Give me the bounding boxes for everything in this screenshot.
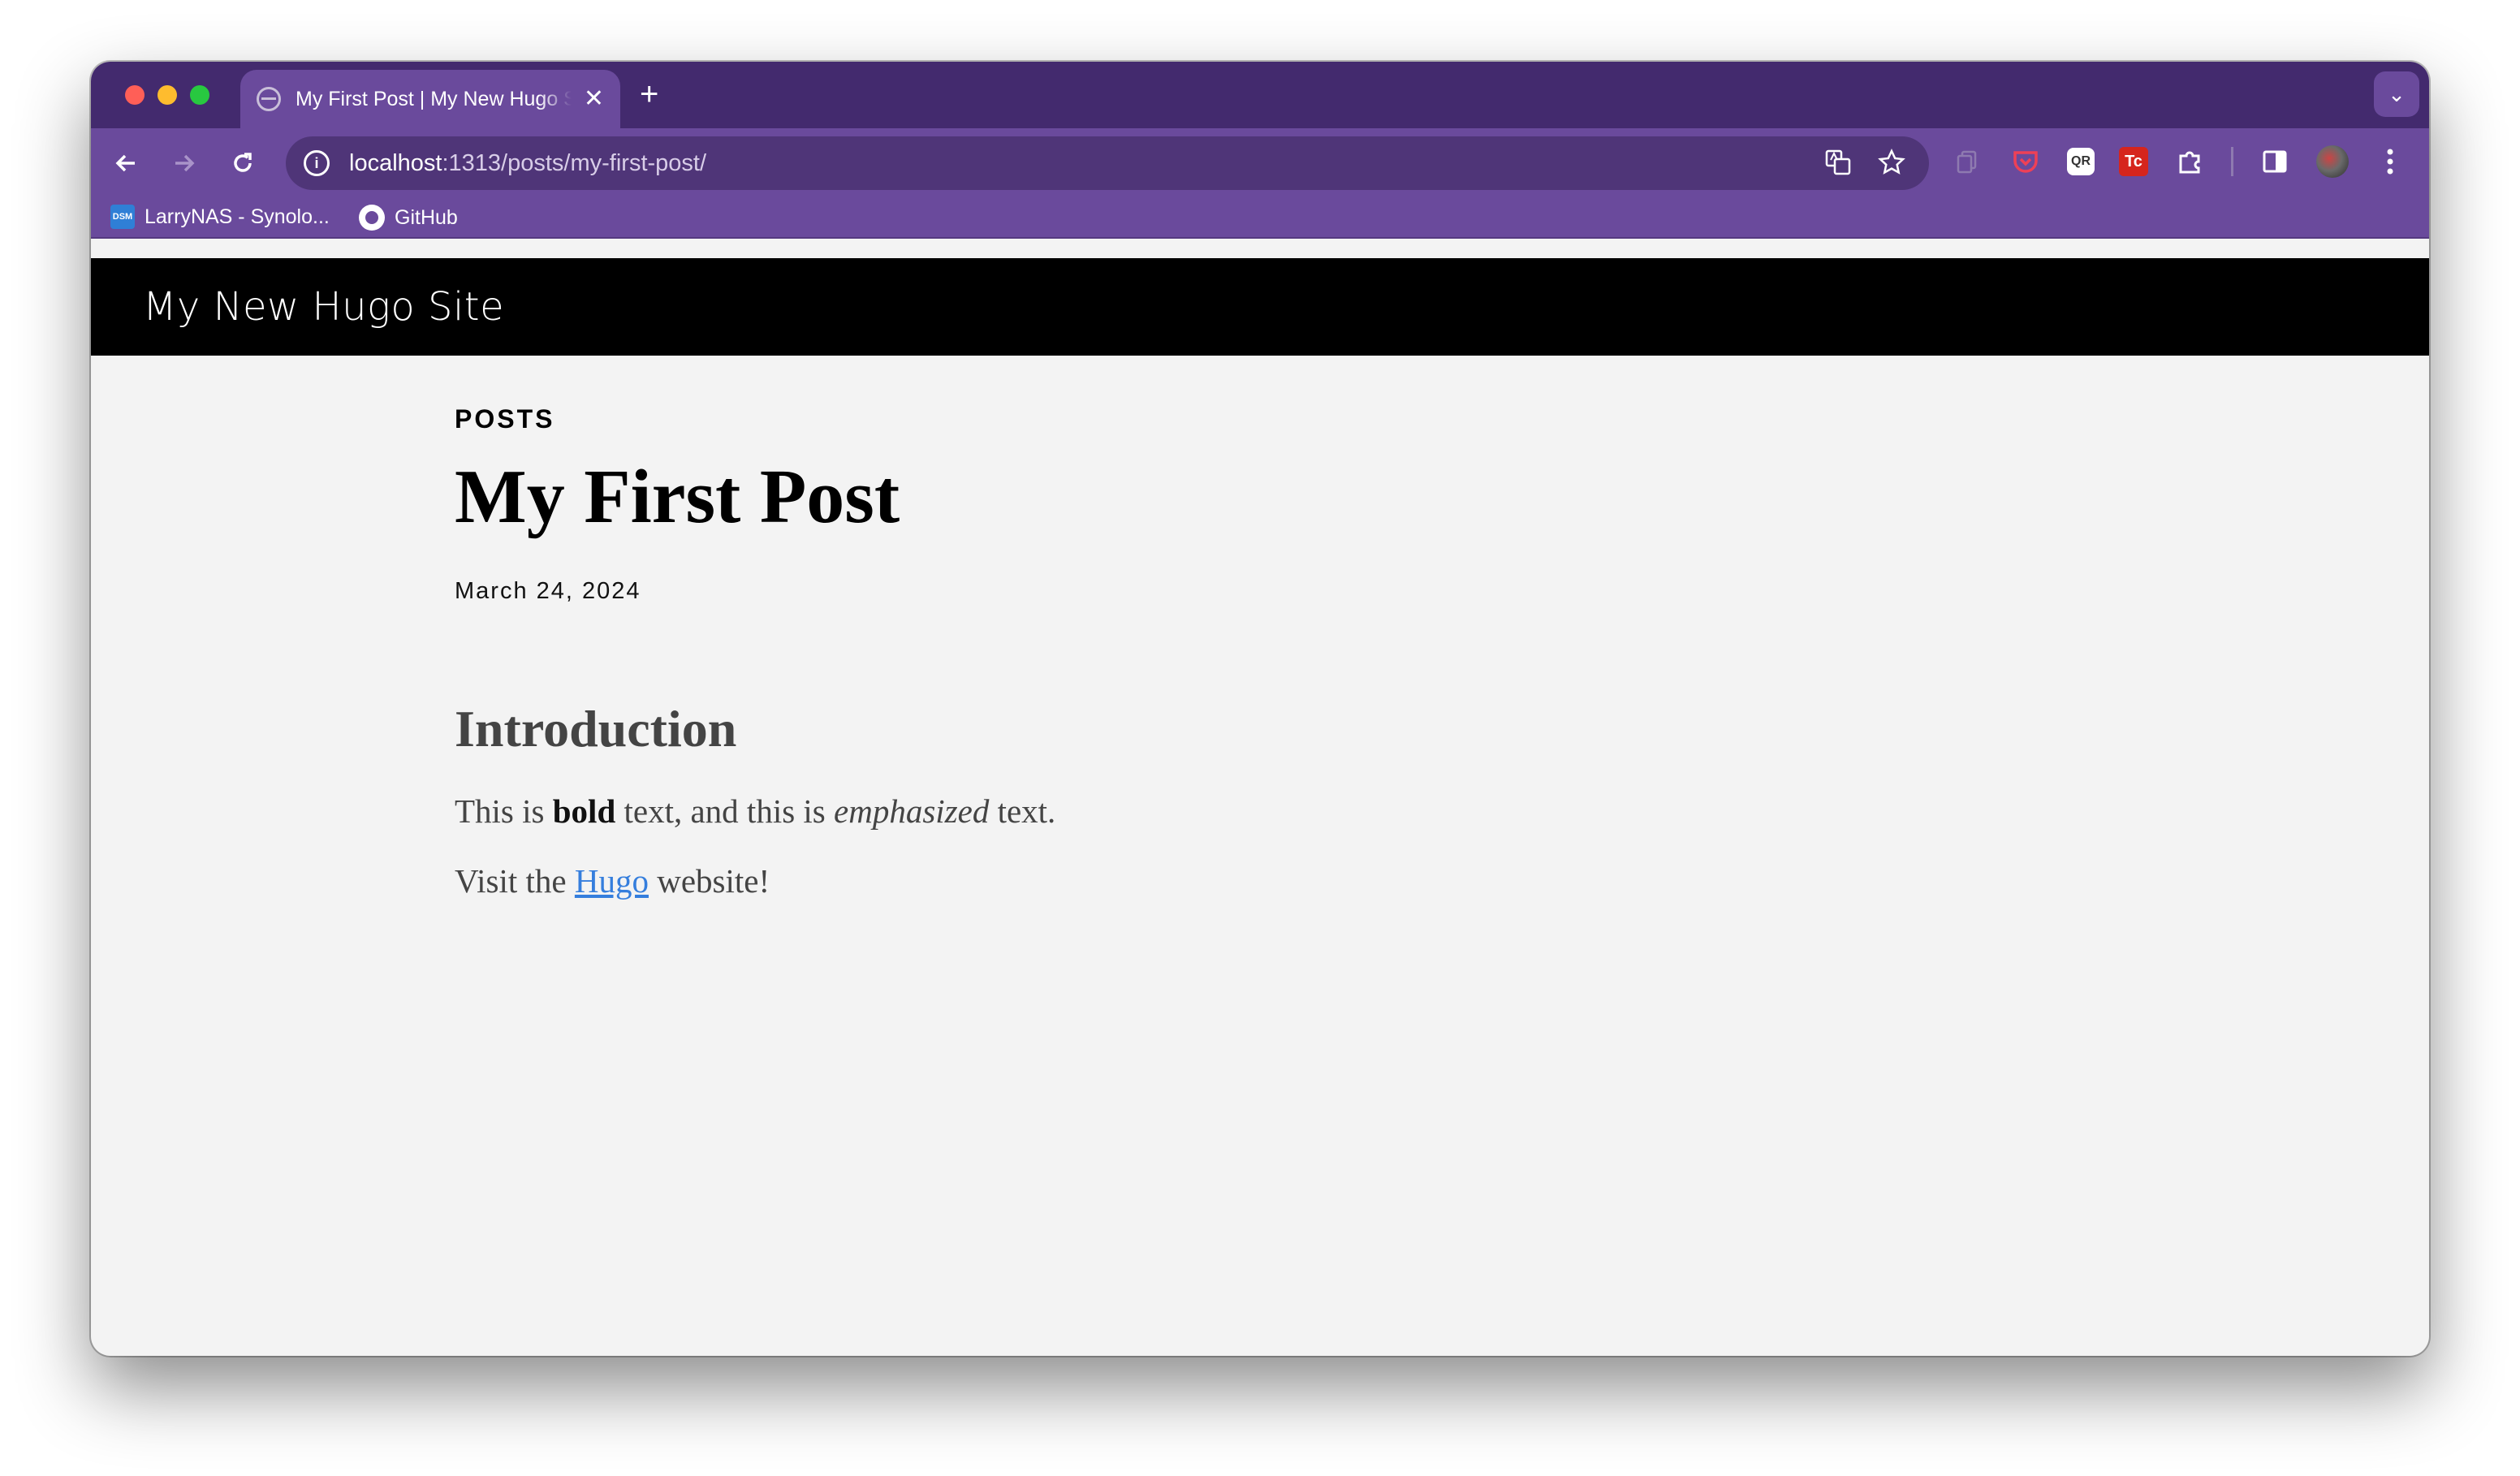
puzzle-icon[interactable]: [2173, 145, 2207, 179]
site-title-link[interactable]: My New Hugo Site: [143, 284, 504, 330]
toolbar: i localhost:1313/posts/my-first-post/ QR…: [91, 128, 2429, 196]
post-date: March 24, 2024: [455, 578, 641, 605]
tab-strip: My First Post | My New Hugo Site ✕ + ⌄: [91, 62, 2429, 128]
bookmark-larrynas[interactable]: DSM LarryNAS - Synolo...: [110, 205, 330, 229]
bookmark-label: GitHub: [395, 205, 458, 229]
info-icon[interactable]: i: [304, 150, 330, 176]
url-text[interactable]: localhost:1313/posts/my-first-post/: [349, 150, 706, 177]
section-heading: Introduction: [455, 700, 737, 758]
bold-text: bold: [552, 792, 616, 831]
hugo-link[interactable]: Hugo: [575, 862, 649, 900]
post-title: My First Post: [455, 455, 900, 539]
more-menu-icon[interactable]: [2373, 145, 2407, 179]
new-tab-button[interactable]: +: [640, 78, 658, 110]
section-label: POSTS: [455, 404, 555, 434]
tab-title: My First Post | My New Hugo Site: [296, 87, 572, 110]
bookmarks-bar: DSM LarryNAS - Synolo... GitHub: [91, 196, 2429, 239]
pocket-icon[interactable]: [2009, 145, 2043, 179]
address-bar[interactable]: i localhost:1313/posts/my-first-post/: [286, 136, 1929, 190]
arrow-right-icon: [175, 154, 195, 172]
globe-icon: [257, 87, 281, 111]
star-icon[interactable]: [1875, 146, 1908, 179]
minimize-window-button[interactable]: [158, 85, 177, 105]
toolbar-divider: [2231, 147, 2233, 176]
reload-button[interactable]: [224, 145, 261, 182]
tab-active[interactable]: My First Post | My New Hugo Site ✕: [240, 70, 620, 128]
profile-avatar[interactable]: [2316, 145, 2349, 178]
github-icon: [359, 205, 385, 231]
copy-extension-icon[interactable]: [1950, 145, 1984, 179]
arrow-left-icon: [115, 154, 135, 172]
chevron-down-icon: ⌄: [2388, 81, 2406, 106]
bookmark-github[interactable]: GitHub: [359, 205, 458, 231]
emphasized-text: emphasized: [834, 792, 990, 831]
qr-code-icon[interactable]: QR: [2067, 148, 2095, 175]
translate-icon[interactable]: [1822, 146, 1854, 179]
paragraph-link: Visit the Hugo website!: [455, 862, 770, 900]
zoom-window-button[interactable]: [190, 85, 209, 105]
dsm-icon: DSM: [110, 205, 135, 229]
site-header: My New Hugo Site: [91, 258, 2429, 356]
side-panel-icon[interactable]: [2258, 145, 2292, 179]
bookmark-label: LarryNAS - Synolo...: [145, 205, 330, 228]
reload-icon: [234, 153, 252, 172]
tab-search-button[interactable]: ⌄: [2374, 71, 2419, 117]
forward-button[interactable]: [166, 145, 203, 182]
paragraph-formatting: This is bold text, and this is emphasize…: [455, 792, 1056, 831]
close-icon[interactable]: ✕: [584, 87, 604, 111]
article: POSTS My First Post March 24, 2024 Intro…: [455, 356, 1916, 900]
browser-window: My First Post | My New Hugo Site ✕ + ⌄ i…: [91, 62, 2429, 1356]
tex-extension-icon[interactable]: Tc: [2119, 147, 2148, 176]
close-window-button[interactable]: [125, 85, 145, 105]
back-button[interactable]: [107, 145, 145, 182]
